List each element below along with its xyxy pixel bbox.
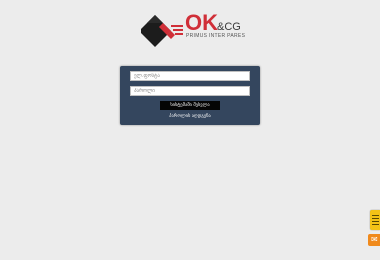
chat-widget-button[interactable]: ✉	[368, 234, 380, 246]
forgot-password-link[interactable]: პაროლის აღდგენა	[120, 113, 260, 120]
logo-cg-text: &CG	[217, 21, 241, 33]
email-field[interactable]	[130, 71, 250, 81]
document-widget-button[interactable]	[370, 210, 380, 230]
chat-icon: ✉	[371, 235, 378, 244]
company-logo: OK &CG PRIMUS INTER PARES	[141, 10, 245, 49]
password-field[interactable]	[130, 86, 250, 96]
logo-tagline: PRIMUS INTER PARES	[186, 33, 246, 39]
logo-mark-icon	[141, 15, 183, 47]
login-button[interactable]: სისტემაში შესვლა	[160, 101, 220, 110]
login-panel: სისტემაში შესვლა პაროლის აღდგენა	[120, 66, 260, 125]
